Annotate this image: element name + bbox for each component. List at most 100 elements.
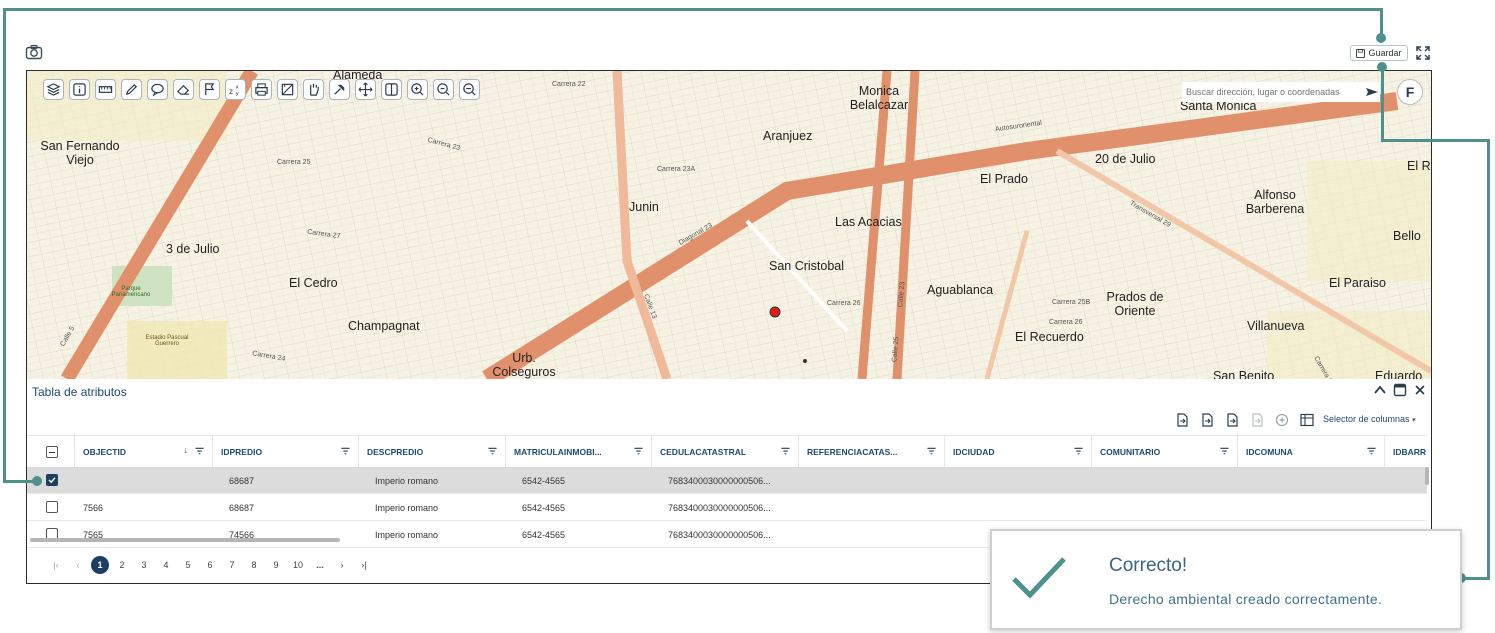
save-label: Guardar (1368, 48, 1402, 58)
page-ellipsis[interactable]: ... (309, 556, 331, 574)
page-button[interactable]: 10 (287, 556, 309, 574)
table-cell: 7683400030000000506... (668, 475, 771, 486)
columns-icon[interactable] (1300, 413, 1314, 427)
column-header[interactable]: REFERENCIACATAS... (799, 436, 945, 468)
map-label: El R (1407, 159, 1431, 173)
filter-icon[interactable] (927, 447, 936, 456)
vertical-scrollbar[interactable] (1425, 467, 1429, 485)
row-checkbox[interactable] (46, 474, 58, 486)
move-button[interactable] (355, 79, 376, 100)
column-header[interactable]: MATRICULAINMOBI... (506, 436, 652, 468)
export-pdf-icon[interactable] (1225, 413, 1239, 427)
crop-button[interactable] (277, 79, 298, 100)
column-header[interactable]: OBJECTID ↓ (75, 436, 213, 468)
export-csv-icon[interactable] (1175, 413, 1189, 427)
expand-icon[interactable] (1415, 45, 1431, 61)
info-button[interactable] (69, 79, 90, 100)
comment-button[interactable] (147, 79, 168, 100)
export-disabled-icon[interactable] (1250, 413, 1264, 427)
map-label: El Prado (980, 172, 1028, 186)
table-cell: Imperio romano (375, 529, 439, 540)
column-header[interactable]: IDCOMUNA (1238, 436, 1385, 468)
column-header[interactable]: IDPREDIO (213, 436, 359, 468)
draw-button[interactable] (121, 79, 142, 100)
page-button[interactable]: 1 (91, 556, 109, 574)
map-label: Monica Belalcazar (849, 84, 909, 112)
page-button[interactable]: 7 (221, 556, 243, 574)
filter-icon[interactable] (1220, 447, 1229, 456)
column-header[interactable]: CEDULACATASTRAL (652, 436, 799, 468)
print-button[interactable] (251, 79, 272, 100)
chevron-up-icon[interactable] (1373, 383, 1387, 397)
measure-button[interactable] (95, 79, 116, 100)
filter-icon[interactable] (634, 447, 643, 456)
table-row[interactable]: 68687 Imperio romano 6542-4565 768340003… (27, 467, 1427, 494)
page-button[interactable]: 4 (155, 556, 177, 574)
camera-icon[interactable] (25, 44, 43, 60)
maximize-icon[interactable] (1393, 383, 1407, 397)
zoom-out-button[interactable] (433, 79, 454, 100)
map-label: Villanueva (1247, 319, 1305, 333)
page-button[interactable]: 3 (133, 556, 155, 574)
eraser-icon (177, 84, 190, 95)
next-page-icon[interactable]: › (331, 556, 353, 574)
filter-icon[interactable] (1367, 447, 1376, 456)
save-button[interactable]: Guardar (1350, 45, 1408, 61)
attribute-table-title: Tabla de atributos (32, 385, 127, 399)
save-icon (1356, 48, 1366, 58)
first-page-icon[interactable]: |‹ (45, 556, 67, 574)
export-excel-icon[interactable] (1200, 413, 1214, 427)
table-cell: 6542-4565 (522, 502, 566, 513)
tools-button[interactable] (329, 79, 350, 100)
row-checkbox[interactable] (46, 501, 58, 513)
table-row[interactable]: 7566 68687 Imperio romano 6542-4565 7683… (27, 494, 1427, 521)
filter-icon[interactable] (488, 447, 497, 456)
map-view[interactable]: Alameda Monica Belalcazar Santa Monica S… (27, 71, 1431, 379)
flag-button[interactable] (199, 79, 220, 100)
street-label: Carrera 25B (1052, 299, 1091, 306)
filter-icon[interactable] (341, 447, 350, 456)
zoom-extent-button[interactable] (459, 79, 480, 100)
toast-title: Correcto! (1109, 555, 1188, 576)
close-icon[interactable] (1413, 383, 1427, 397)
page-button[interactable]: 8 (243, 556, 265, 574)
horizontal-scrollbar[interactable] (30, 538, 340, 542)
xyz-button[interactable]: zxy (225, 79, 246, 100)
erase-button[interactable] (173, 79, 194, 100)
table-cell: Imperio romano (375, 475, 439, 486)
filter-icon[interactable] (195, 447, 204, 456)
table-cell: 7683400030000000506... (668, 502, 771, 513)
filter-icon[interactable] (781, 447, 790, 456)
split-view-button[interactable] (381, 79, 402, 100)
attribute-table-header: Tabla de atributos (27, 379, 1431, 406)
map-label: El Recuerdo (1015, 330, 1084, 344)
table-cell: 6542-4565 (522, 475, 566, 486)
page-button[interactable]: 6 (199, 556, 221, 574)
map-label: Las Acacias (835, 215, 902, 229)
column-header[interactable]: COMUNITARIO (1092, 436, 1238, 468)
layers-button[interactable] (43, 79, 64, 100)
street-label: Carrera 25 (277, 159, 311, 166)
zoom-in-button[interactable] (407, 79, 428, 100)
send-icon[interactable] (1364, 84, 1380, 100)
page-button[interactable]: 9 (265, 556, 287, 574)
column-selector[interactable]: Selector de columnas ▾ (1323, 414, 1416, 424)
prev-page-icon[interactable]: ‹ (67, 556, 89, 574)
ruler-icon (98, 86, 113, 93)
select-all-checkbox[interactable] (46, 446, 58, 458)
last-page-icon[interactable]: ›| (353, 556, 375, 574)
page-button[interactable]: 5 (177, 556, 199, 574)
column-header[interactable]: IDCIUDAD (945, 436, 1092, 468)
check-icon (1012, 557, 1066, 599)
zoom-to-selection-icon[interactable] (1275, 413, 1289, 427)
column-header[interactable]: DESCPREDIO (359, 436, 506, 468)
search-input[interactable] (1182, 82, 1380, 102)
sort-down-icon[interactable]: ↓ (184, 445, 189, 455)
page-button[interactable]: 2 (111, 556, 133, 574)
pan-button[interactable] (303, 79, 324, 100)
f-button[interactable]: F (1397, 79, 1423, 105)
pagination: |‹ ‹ 1 2 3 4 5 6 7 8 9 10 ... › ›| (45, 555, 375, 575)
filter-icon[interactable] (1074, 447, 1083, 456)
column-header[interactable]: IDBARR (1385, 436, 1431, 468)
map-label: San Fernando Viejo (40, 139, 120, 167)
